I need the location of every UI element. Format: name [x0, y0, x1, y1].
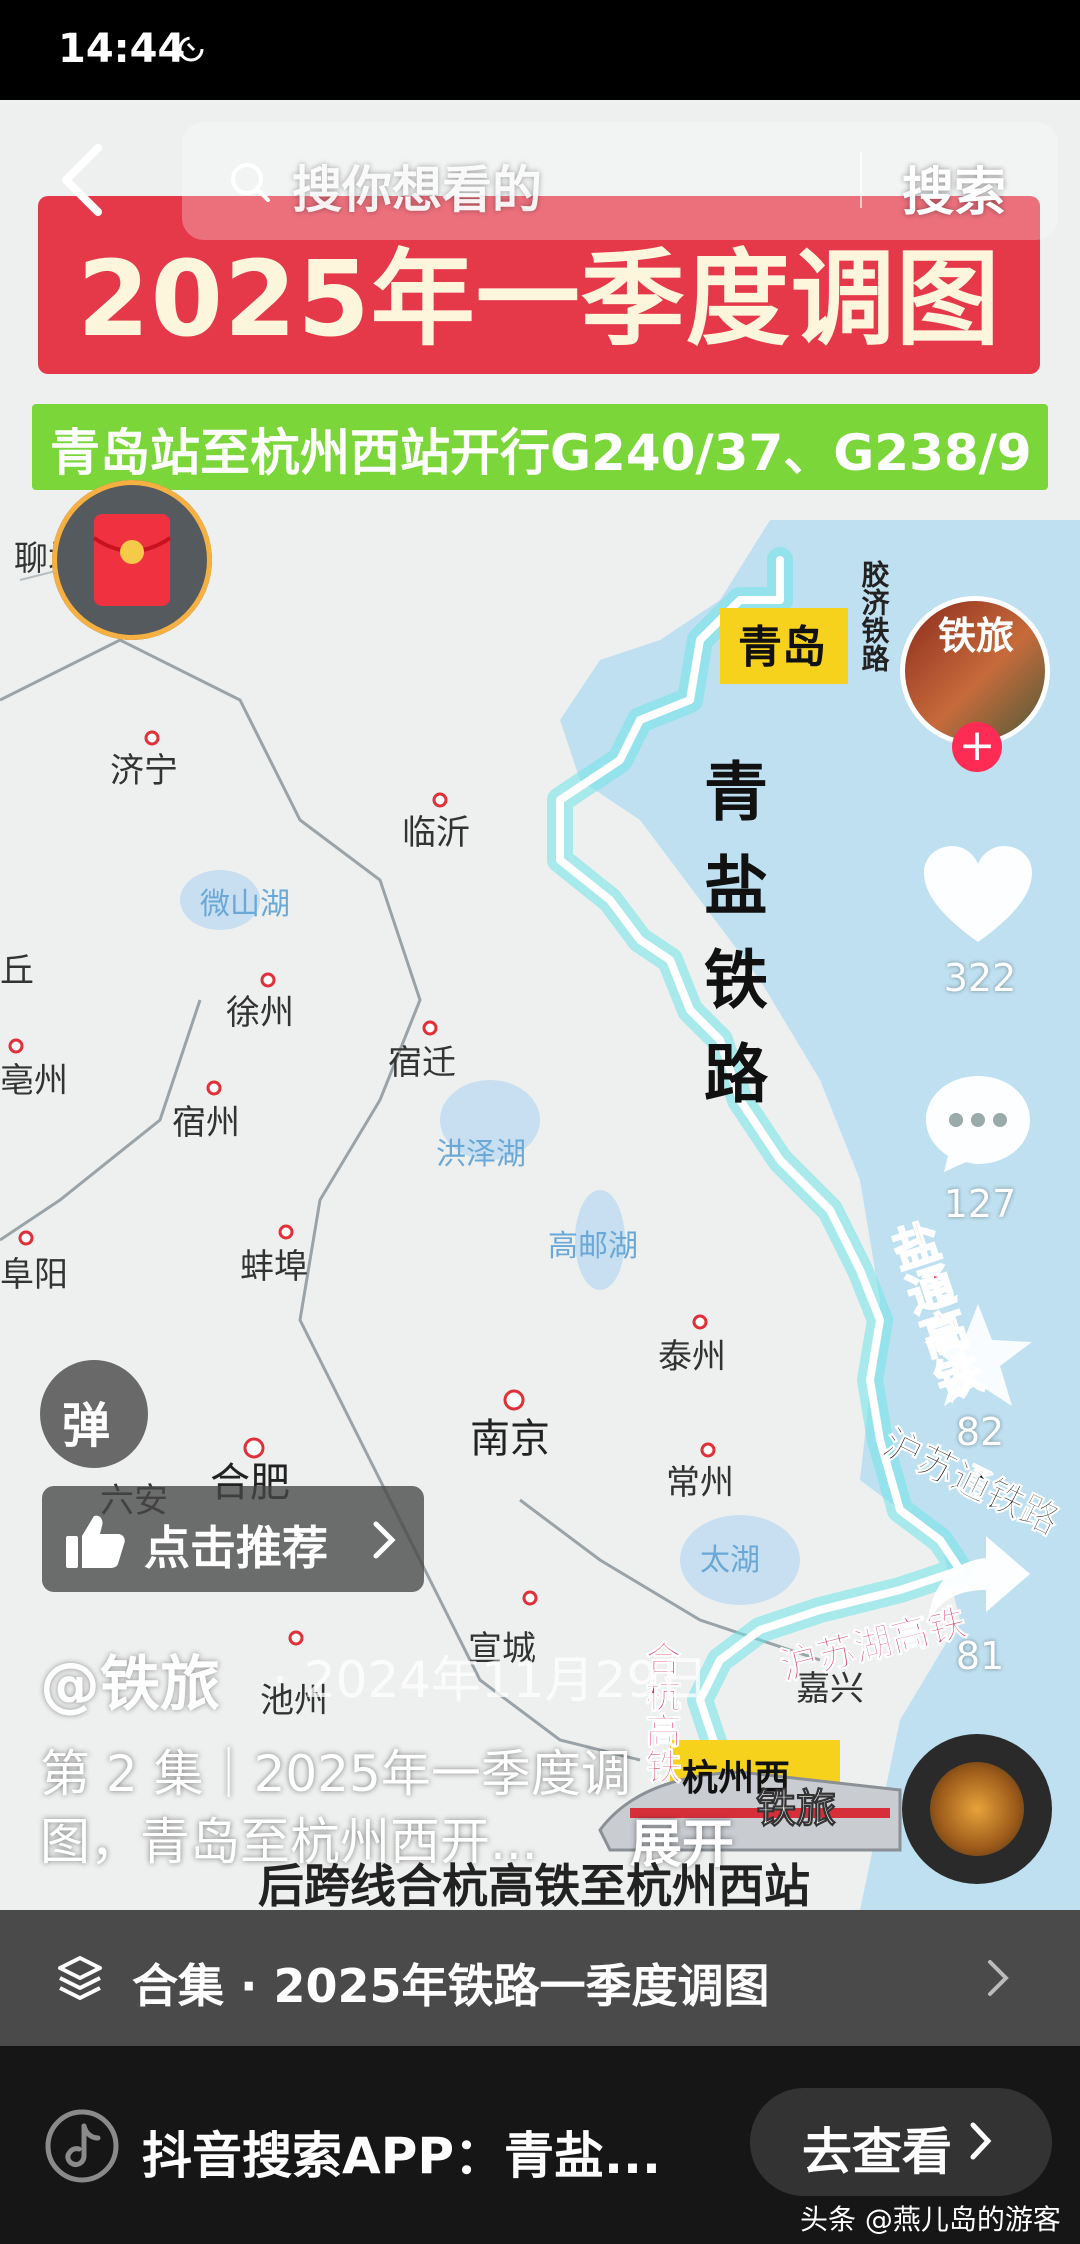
follow-plus-button[interactable]: + — [952, 722, 1002, 772]
map-label-nanjing: 南京 — [470, 1416, 550, 1462]
like-heart-icon[interactable] — [920, 842, 1036, 946]
share-arrow-icon[interactable] — [924, 1530, 1034, 1630]
sync-icon — [178, 36, 204, 62]
search-app-promo[interactable]: 抖音搜索APP：青盐... — [142, 2116, 661, 2188]
map-label-jining: 济宁 — [110, 751, 178, 791]
map-label-hongze-lake: 洪泽湖 — [436, 1137, 526, 1172]
favorite-star-icon[interactable] — [918, 1300, 1038, 1412]
recommend-label: 点击推荐 — [144, 1521, 328, 1575]
map-label-weishan-lake: 微山湖 — [200, 887, 290, 922]
video-caption: 后跨线合杭高铁至杭州西站 — [258, 1859, 810, 1913]
search-button[interactable]: 搜索 — [902, 150, 1006, 225]
danmu-label: 弹 — [62, 1398, 111, 1454]
share-count: 81 — [955, 1634, 1005, 1678]
map-label-linyi: 临沂 — [402, 813, 470, 853]
layers-icon — [58, 1956, 102, 2000]
map-label-taihu: 太湖 — [700, 1543, 760, 1578]
post-date: · 2024年11月29日 — [272, 1651, 709, 1709]
map-label-changzhou: 常州 — [666, 1463, 734, 1503]
map-label-bengbu: 蚌埠 — [240, 1247, 308, 1287]
search-icon — [231, 163, 270, 202]
chevron-right-icon — [988, 1960, 1009, 1996]
map-label-qingdao: 青岛 — [738, 622, 826, 673]
map-label-fuyang: 阜阳 — [0, 1255, 68, 1295]
watermark: 头条 @燕儿岛的游客 — [800, 2203, 1061, 2236]
search-divider — [860, 152, 862, 208]
map-label-channel-tag: 铁旅 — [756, 1786, 836, 1832]
author-handle[interactable]: @铁旅 — [40, 1636, 220, 1723]
map-label-jiaoji-railway: 胶济铁路 — [858, 559, 891, 672]
search-placeholder: 搜你想看的 — [292, 161, 542, 219]
map-label-qiu: 丘 — [0, 951, 34, 991]
description-line-1: 第 2 集｜2025年一季度调 — [40, 1745, 631, 1803]
chevron-right-icon — [970, 2122, 992, 2160]
go-view-label: 去查看 — [802, 2123, 952, 2181]
favorite-count: 82 — [955, 1410, 1005, 1454]
like-count: 322 — [943, 956, 1017, 1000]
douyin-logo-icon — [45, 2109, 119, 2183]
map-label-gaoyou-lake: 高邮湖 — [548, 1229, 638, 1264]
comment-count: 127 — [943, 1182, 1017, 1226]
map-label-xuzhou: 徐州 — [226, 993, 294, 1033]
red-envelope-button[interactable] — [52, 480, 212, 640]
map-label-suzhou: 宿州 — [172, 1103, 240, 1143]
back-arrow-icon[interactable] — [52, 140, 122, 220]
video-subtitle: 青岛站至杭州西站开行G240/37、G238/9 — [50, 424, 1032, 482]
map-label-taizhou: 泰州 — [658, 1337, 726, 1377]
collection-label: 合集 · 2025年铁路一季度调图 — [132, 1959, 770, 2013]
map-label-suqian: 宿迁 — [388, 1043, 456, 1083]
avatar-text: 铁旅 — [938, 614, 1015, 658]
status-bar: 14:44 — [0, 0, 1080, 100]
comment-icon[interactable] — [922, 1070, 1034, 1174]
music-cover — [930, 1762, 1024, 1856]
red-envelope-icon — [92, 514, 172, 606]
map-label-qingyan-railway: 青盐铁路 — [693, 758, 768, 1134]
thumbs-up-icon — [66, 1515, 125, 1568]
chevron-right-icon — [373, 1521, 396, 1559]
status-time: 14:44 — [58, 26, 186, 72]
map-label-bozhou: 亳州 — [0, 1061, 68, 1101]
